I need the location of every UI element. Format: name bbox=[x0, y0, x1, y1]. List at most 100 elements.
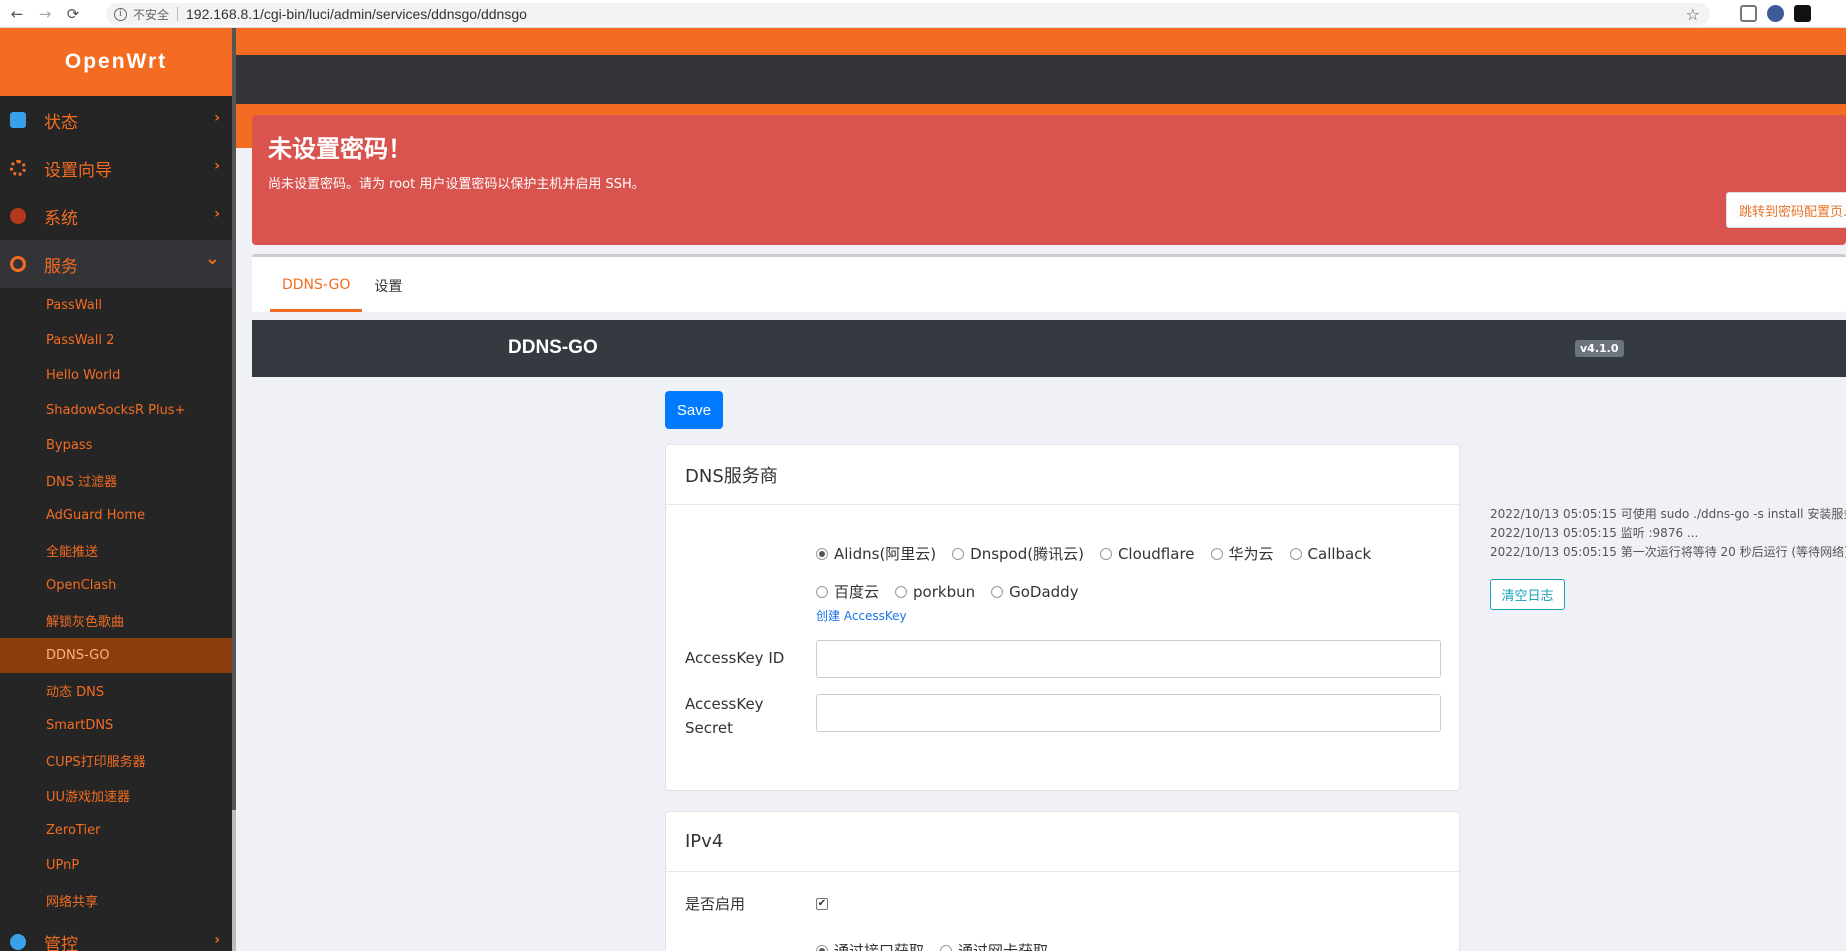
home-icon bbox=[10, 112, 26, 128]
browser-toolbar: ← → ⟳ i 不安全 192.168.8.1/cgi-bin/luci/adm… bbox=[0, 0, 1846, 28]
radio-dnspod[interactable]: Dnspod(腾讯云) bbox=[952, 543, 1084, 564]
bookmark-star-icon[interactable]: ☆ bbox=[1686, 5, 1700, 24]
radio-porkbun[interactable]: porkbun bbox=[895, 583, 975, 601]
alert-message: 尚未设置密码。请为 root 用户设置密码以保护主机并启用 SSH。 bbox=[268, 177, 645, 192]
sidebar-item-passwall2[interactable]: PassWall 2 bbox=[0, 323, 232, 358]
create-accesskey-link[interactable]: 创建 AccessKey bbox=[816, 607, 907, 624]
chevron-right-icon: › bbox=[214, 158, 220, 174]
ipv4-enable-checkbox[interactable]: ✔ bbox=[816, 898, 828, 910]
menu-control[interactable]: 管控 › bbox=[0, 918, 232, 951]
sidebar-item-push[interactable]: 全能推送 bbox=[0, 533, 232, 568]
address-bar[interactable]: i 不安全 192.168.8.1/cgi-bin/luci/admin/ser… bbox=[106, 3, 1710, 25]
cast-icon[interactable] bbox=[1740, 5, 1757, 22]
radio-dot[interactable] bbox=[895, 585, 908, 598]
provider-radio-row: 百度云 porkbun GoDaddy bbox=[816, 581, 1095, 602]
services-submenu: PassWall PassWall 2 Hello World ShadowSo… bbox=[0, 288, 232, 918]
sidebar-item-smartdns[interactable]: SmartDNS bbox=[0, 708, 232, 743]
sidebar-item-openclash[interactable]: OpenClash bbox=[0, 568, 232, 603]
menu-label: 设置向导 bbox=[44, 160, 112, 181]
info-icon[interactable]: i bbox=[114, 7, 127, 21]
chevron-right-icon: › bbox=[214, 110, 220, 126]
sidebar-item-passwall[interactable]: PassWall bbox=[0, 288, 232, 323]
sidebar-item-dynamic-dns[interactable]: 动态 DNS bbox=[0, 673, 232, 708]
radio-baiducloud[interactable]: 百度云 bbox=[816, 581, 879, 602]
accesskey-secret-input[interactable] bbox=[816, 694, 1441, 732]
chevron-down-icon: ⌄ bbox=[204, 248, 220, 269]
radio-label: 华为云 bbox=[1228, 545, 1274, 563]
radio-label: 通过网卡获取 bbox=[958, 942, 1049, 951]
chevron-right-icon: › bbox=[214, 932, 220, 948]
radio-dot[interactable] bbox=[1289, 547, 1302, 560]
wizard-icon bbox=[10, 160, 26, 176]
sidebar-item-ssr-plus[interactable]: ShadowSocksR Plus+ bbox=[0, 393, 232, 428]
sidebar-item-network-share[interactable]: 网络共享 bbox=[0, 883, 232, 918]
sidebar-item-cups[interactable]: CUPS打印服务器 bbox=[0, 743, 232, 778]
reload-icon[interactable]: ⟳ bbox=[62, 3, 84, 25]
header-bar bbox=[236, 55, 1846, 104]
tab-ddns-go[interactable]: DDNS-GO bbox=[270, 260, 363, 312]
radio-dot[interactable] bbox=[816, 547, 828, 560]
sidebar-item-upnp[interactable]: UPnP bbox=[0, 848, 232, 883]
sidebar-scrollbar-thumb[interactable] bbox=[232, 810, 236, 951]
radio-dot[interactable] bbox=[940, 944, 953, 951]
menu-label: 系统 bbox=[44, 208, 78, 229]
ddns-title: DDNS-GO bbox=[508, 337, 598, 358]
radio-dot[interactable] bbox=[816, 944, 828, 951]
forward-icon[interactable]: → bbox=[34, 3, 56, 25]
menu-label: 状态 bbox=[44, 112, 78, 133]
radio-dot[interactable] bbox=[1210, 547, 1223, 560]
accesskey-secret-label: AccessKey Secret bbox=[685, 692, 764, 740]
sidebar-item-zerotier[interactable]: ZeroTier bbox=[0, 813, 232, 848]
alert-title: 未设置密码！ bbox=[268, 135, 412, 163]
radio-huaweicloud[interactable]: 华为云 bbox=[1210, 543, 1274, 564]
accesskey-id-input[interactable] bbox=[816, 640, 1441, 678]
sidebar-item-uu[interactable]: UU游戏加速器 bbox=[0, 778, 232, 813]
radio-by-nic[interactable]: 通过网卡获取 bbox=[940, 940, 1048, 951]
radio-cloudflare[interactable]: Cloudflare bbox=[1099, 545, 1195, 563]
brand-logo[interactable]: OpenWrt bbox=[0, 28, 232, 96]
radio-alidns[interactable]: Alidns(阿里云) bbox=[816, 543, 936, 564]
radio-label: porkbun bbox=[913, 582, 976, 601]
radio-dot[interactable] bbox=[1099, 547, 1112, 560]
password-alert: 未设置密码！ 尚未设置密码。请为 root 用户设置密码以保护主机并启用 SSH… bbox=[252, 115, 1846, 245]
goto-password-button[interactable]: 跳转到密码配置页... bbox=[1726, 192, 1846, 228]
log-line: 2022/10/13 05:05:15 监听 :9876 ... bbox=[1490, 526, 1699, 540]
radio-by-interface[interactable]: 通过接口获取 bbox=[816, 940, 924, 951]
extension-globe-icon[interactable] bbox=[1767, 5, 1784, 22]
radio-godaddy[interactable]: GoDaddy bbox=[991, 582, 1079, 601]
provider-radio-row: Alidns(阿里云) Dnspod(腾讯云) Cloudflare 华为云 C… bbox=[816, 543, 1387, 564]
version-badge: v4.1.0 bbox=[1575, 340, 1624, 357]
radio-dot[interactable] bbox=[816, 585, 828, 598]
clear-log-button[interactable]: 清空日志 bbox=[1490, 579, 1565, 610]
sidebar: OpenWrt 状态 › 设置向导 › 系统 › 服务 ⌄ PassWall P… bbox=[0, 28, 232, 951]
extension-puzzle-icon[interactable] bbox=[1794, 5, 1811, 22]
ddns-navbar: DDNS-GO v4.1.0 bbox=[252, 320, 1846, 377]
menu-wizard[interactable]: 设置向导 › bbox=[0, 144, 232, 192]
sidebar-item-dns-filter[interactable]: DNS 过滤器 bbox=[0, 463, 232, 498]
ipv4-method-row: 通过接口获取 通过网卡获取 bbox=[816, 940, 1064, 951]
sidebar-item-helloworld[interactable]: Hello World bbox=[0, 358, 232, 393]
radio-callback[interactable]: Callback bbox=[1289, 545, 1371, 563]
header-accent-bar bbox=[236, 28, 1846, 55]
tab-settings[interactable]: 设置 bbox=[362, 260, 414, 312]
menu-status[interactable]: 状态 › bbox=[0, 96, 232, 144]
sidebar-item-ddns-go[interactable]: DDNS-GO bbox=[0, 638, 232, 673]
save-button[interactable]: Save bbox=[665, 391, 723, 429]
sidebar-item-adguard[interactable]: AdGuard Home bbox=[0, 498, 232, 533]
sidebar-item-bypass[interactable]: Bypass bbox=[0, 428, 232, 463]
menu-system[interactable]: 系统 › bbox=[0, 192, 232, 240]
tab-bar: DDNS-GO 设置 bbox=[252, 254, 1846, 312]
sidebar-item-unblock-music[interactable]: 解锁灰色歌曲 bbox=[0, 603, 232, 638]
url-text[interactable]: 192.168.8.1/cgi-bin/luci/admin/services/… bbox=[186, 6, 527, 22]
radio-label: Alidns(阿里云) bbox=[834, 545, 937, 563]
card-title: DNS服务商 bbox=[666, 445, 1459, 505]
back-icon[interactable]: ← bbox=[6, 3, 28, 25]
menu-services[interactable]: 服务 ⌄ bbox=[0, 240, 232, 288]
insecure-label: 不安全 bbox=[133, 7, 170, 22]
services-gear-icon bbox=[10, 256, 26, 272]
extension-icons bbox=[1740, 5, 1811, 22]
radio-dot[interactable] bbox=[991, 585, 1004, 598]
radio-label: GoDaddy bbox=[1009, 582, 1079, 601]
log-line: 2022/10/13 05:05:15 可使用 sudo ./ddns-go -… bbox=[1490, 507, 1846, 521]
radio-dot[interactable] bbox=[952, 547, 965, 560]
